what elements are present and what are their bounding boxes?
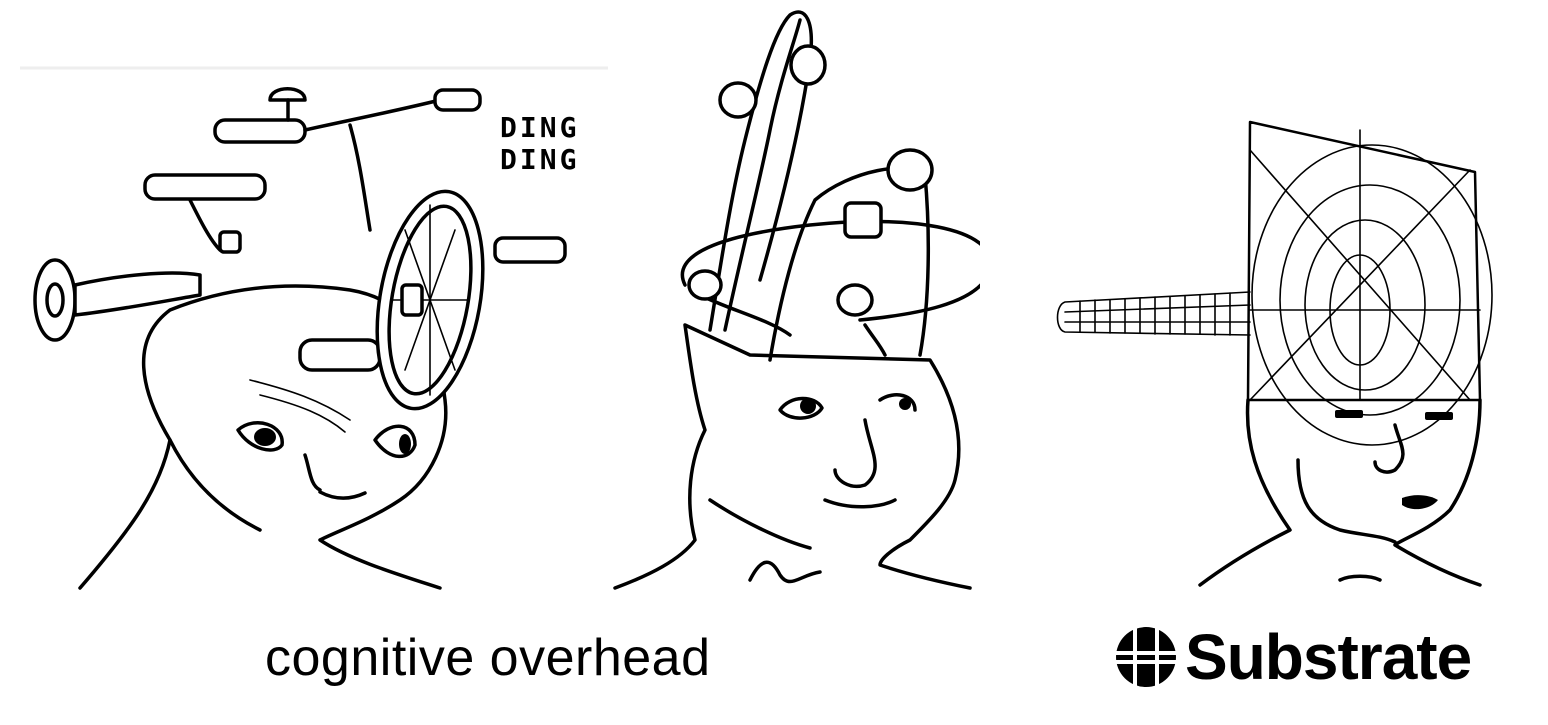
substrate-logo-icon <box>1115 626 1177 688</box>
caption-text: cognitive overhead <box>265 629 711 687</box>
brand-lockup: Substrate <box>1115 621 1472 693</box>
ding-ding-text: DING DING <box>500 111 580 176</box>
wojak-tangled-panel <box>610 0 980 600</box>
brand-name: Substrate <box>1185 621 1472 693</box>
wojak-bicycle-panel: DING DING <box>20 60 620 600</box>
wojak-wormhole-panel <box>1050 110 1520 600</box>
